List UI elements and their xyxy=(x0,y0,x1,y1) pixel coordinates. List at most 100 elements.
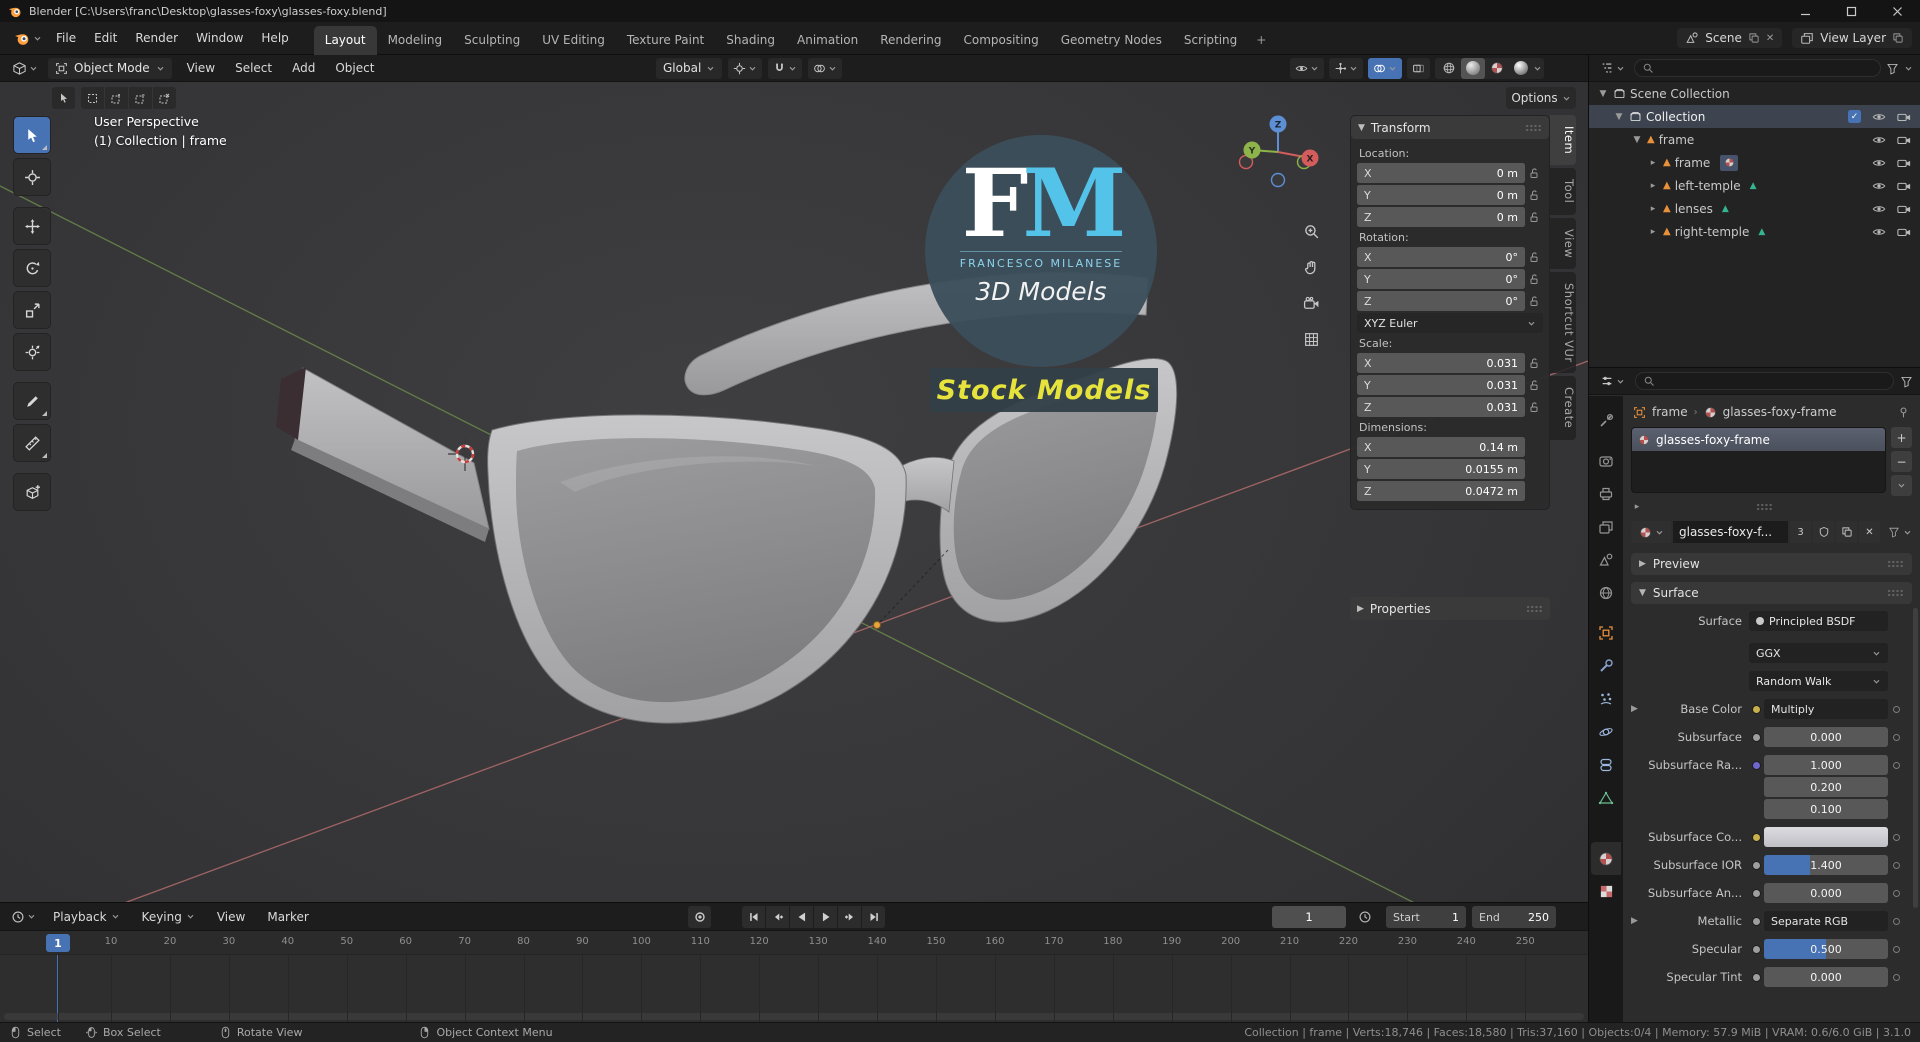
tool-add-cube[interactable] xyxy=(13,473,51,511)
blender-menu-button[interactable] xyxy=(8,28,47,49)
menu-view[interactable]: View xyxy=(208,907,254,927)
play-button[interactable] xyxy=(814,906,837,928)
outliner-row-scene-collection[interactable]: ▼ Scene Collection xyxy=(1589,82,1920,105)
view-layer-selector[interactable]: View Layer xyxy=(1792,28,1912,48)
tab-scene[interactable] xyxy=(1591,543,1621,576)
timeline-tracks[interactable] xyxy=(0,955,1588,1023)
menu-object[interactable]: Object xyxy=(326,58,383,78)
next-keyframe-button[interactable] xyxy=(838,906,861,928)
tab-physics[interactable] xyxy=(1591,715,1621,748)
select-subtract-button[interactable] xyxy=(129,87,152,109)
xray-toggle[interactable] xyxy=(1407,57,1430,79)
sidebar-tab-view[interactable]: View xyxy=(1550,217,1576,269)
lock-icon[interactable] xyxy=(1525,189,1543,201)
camera-icon[interactable] xyxy=(1897,202,1911,216)
lock-icon[interactable] xyxy=(1525,167,1543,179)
playhead-frame-badge[interactable]: 1 xyxy=(46,934,70,952)
sidebar-tab-shortcut-vur[interactable]: Shortcut VUr xyxy=(1550,271,1576,374)
keyframe-dot[interactable] xyxy=(1888,733,1905,741)
snap-toggle[interactable] xyxy=(768,57,803,79)
menu-render[interactable]: Render xyxy=(126,28,187,48)
timeline-editor-button[interactable] xyxy=(7,907,40,927)
dimensions-z-field[interactable]: Z 0.0472 m xyxy=(1357,481,1525,501)
dimensions-x-field[interactable]: X 0.14 m xyxy=(1357,437,1525,457)
select-invert-button[interactable] xyxy=(153,87,176,109)
sidebar-tab-tool[interactable]: Tool xyxy=(1550,168,1576,215)
active-tool-button[interactable] xyxy=(52,87,75,109)
eye-icon[interactable] xyxy=(1872,110,1886,124)
options-dropdown[interactable]: Options xyxy=(1506,87,1576,109)
rotation-y-field[interactable]: Y 0° xyxy=(1357,269,1525,289)
breadcrumb-object[interactable]: frame xyxy=(1652,405,1688,419)
lock-icon[interactable] xyxy=(1525,357,1543,369)
keyframe-dot[interactable] xyxy=(1888,833,1905,841)
specular-tint-field[interactable]: 0.000 xyxy=(1764,967,1888,987)
auto-key-button[interactable] xyxy=(688,906,711,928)
expand-icon[interactable]: ▸ xyxy=(1647,158,1659,168)
collection-checkbox[interactable]: ✓ xyxy=(1848,110,1861,123)
filter-icon[interactable] xyxy=(1900,375,1913,388)
panel-grip[interactable] xyxy=(1525,123,1542,132)
material-slot[interactable]: glasses-foxy-frame xyxy=(1632,428,1885,451)
menu-view[interactable]: View xyxy=(178,58,224,78)
select-set-button[interactable] xyxy=(81,87,104,109)
material-highlight[interactable] xyxy=(1720,154,1739,171)
lock-icon[interactable] xyxy=(1525,401,1543,413)
workspace-tab-compositing[interactable]: Compositing xyxy=(952,26,1049,55)
subsurface-field[interactable]: 0.000 xyxy=(1764,727,1888,747)
tool-transform[interactable] xyxy=(13,333,51,371)
expand-icon[interactable]: ▼ xyxy=(1597,89,1609,99)
workspace-tab-scripting[interactable]: Scripting xyxy=(1173,26,1248,55)
camera-icon[interactable] xyxy=(1897,133,1911,147)
tab-texture[interactable] xyxy=(1591,875,1621,908)
camera-view-button[interactable] xyxy=(1300,292,1322,314)
material-slot-list[interactable]: glasses-foxy-frame xyxy=(1631,427,1886,493)
location-y-field[interactable]: Y0 m xyxy=(1357,185,1525,205)
subsurface-color-swatch[interactable] xyxy=(1764,827,1888,847)
keyframe-dot[interactable] xyxy=(1888,861,1905,869)
panel-grip[interactable] xyxy=(1526,604,1543,613)
keyframe-dot[interactable] xyxy=(1888,973,1905,981)
lock-icon[interactable] xyxy=(1525,251,1543,263)
lock-icon[interactable] xyxy=(1525,295,1543,307)
preview-range-toggle[interactable] xyxy=(1358,906,1372,928)
sidebar-tab-create[interactable]: Create xyxy=(1550,376,1576,440)
outliner-search-input[interactable] xyxy=(1634,59,1881,77)
tab-particles[interactable] xyxy=(1591,682,1621,715)
pan-button[interactable] xyxy=(1300,256,1322,278)
transform-orientation-dropdown[interactable]: Global xyxy=(656,57,723,79)
camera-icon[interactable] xyxy=(1897,179,1911,193)
menu-select[interactable]: Select xyxy=(226,58,281,78)
properties-scrollbar[interactable] xyxy=(1913,608,1918,908)
eye-icon[interactable] xyxy=(1872,133,1886,147)
proportional-editing-toggle[interactable] xyxy=(808,57,843,79)
tool-cursor[interactable] xyxy=(13,158,51,196)
panel-grip[interactable] xyxy=(1887,589,1904,597)
location-x-field[interactable]: X0 m xyxy=(1357,163,1525,183)
subsurface-radius-y-field[interactable]: 0.200 xyxy=(1764,777,1888,797)
lock-icon[interactable] xyxy=(1525,273,1543,285)
keyframe-dot[interactable] xyxy=(1888,705,1905,713)
scale-y-field[interactable]: Y 0.031 xyxy=(1357,375,1525,395)
tab-object-data[interactable] xyxy=(1591,781,1621,814)
eye-icon[interactable] xyxy=(1872,202,1886,216)
tab-render[interactable] xyxy=(1591,444,1621,477)
show-overlays-toggle[interactable] xyxy=(1368,57,1402,79)
tab-object[interactable] xyxy=(1591,616,1621,649)
outliner-editor-button[interactable] xyxy=(1596,58,1629,78)
play-reverse-button[interactable] xyxy=(790,906,813,928)
menu-marker[interactable]: Marker xyxy=(258,907,317,927)
unlink-scene-icon[interactable]: ✕ xyxy=(1766,33,1774,44)
dimensions-y-field[interactable]: Y 0.0155 m xyxy=(1357,459,1525,479)
tool-select-box[interactable] xyxy=(13,116,51,154)
camera-icon[interactable] xyxy=(1897,110,1911,124)
new-view-layer-icon[interactable] xyxy=(1892,32,1904,44)
properties-panel-header[interactable]: ▶ Properties xyxy=(1350,597,1550,620)
chevron-down-icon[interactable] xyxy=(1904,64,1913,73)
properties-search-input[interactable] xyxy=(1635,372,1894,390)
eye-icon[interactable] xyxy=(1872,225,1886,239)
mode-dropdown[interactable]: Object Mode xyxy=(48,57,172,79)
minimize-button[interactable] xyxy=(1782,0,1828,22)
close-button[interactable] xyxy=(1874,0,1920,22)
zoom-button[interactable] xyxy=(1300,220,1322,242)
